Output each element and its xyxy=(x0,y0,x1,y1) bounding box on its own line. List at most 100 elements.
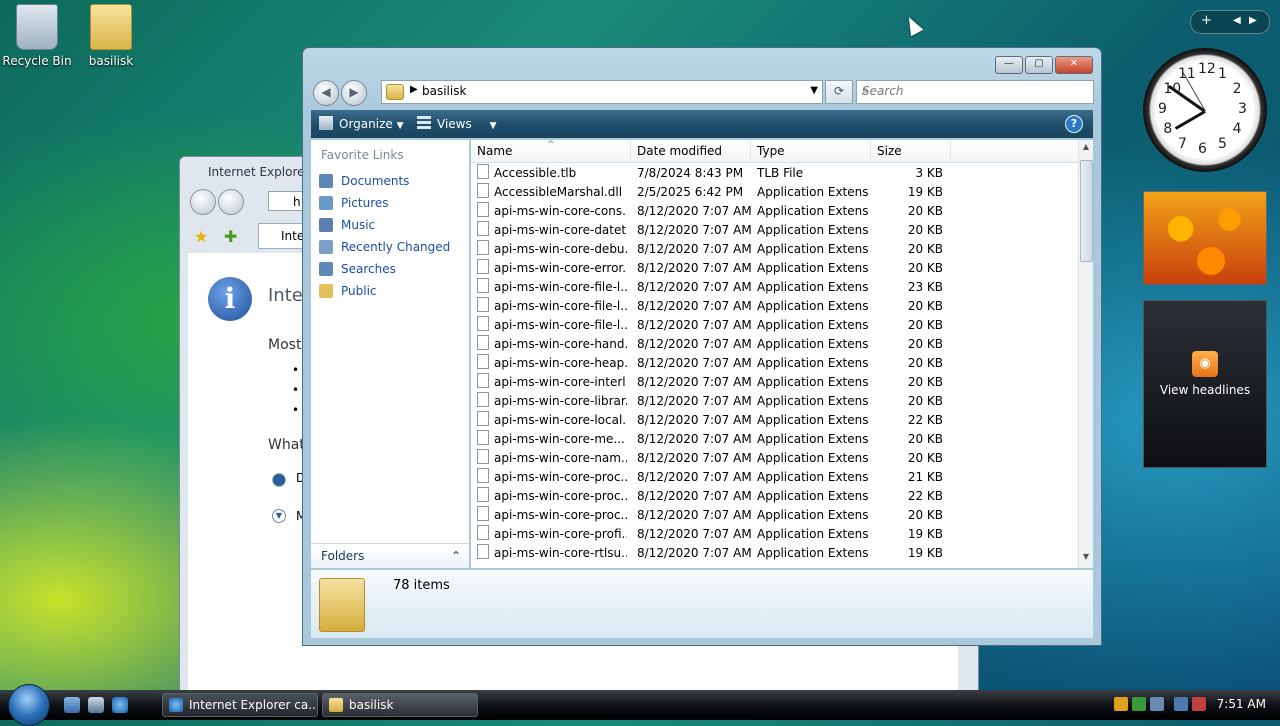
clock-minute-hand xyxy=(1168,85,1206,113)
table-row[interactable]: api-ms-win-core-librar... 8/12/2020 7:07 … xyxy=(471,392,1079,411)
link-pictures[interactable]: Pictures xyxy=(311,192,469,214)
scroll-down-icon[interactable]: ▼ xyxy=(1079,552,1093,566)
table-row[interactable]: Accessible.tlb 7/8/2024 8:43 PM TLB File 3 … xyxy=(471,164,1079,183)
clock-gadget[interactable]: 121234567891011 xyxy=(1143,48,1267,172)
column-name[interactable]: Name ^ xyxy=(471,140,631,162)
tray-app-icon[interactable] xyxy=(1150,697,1164,711)
clock-time[interactable]: 7:51 AM xyxy=(1217,697,1266,711)
views-icon xyxy=(417,116,431,130)
table-row[interactable]: api-ms-win-core-rtlsu... 8/12/2020 7:07 A… xyxy=(471,544,1079,563)
link-music[interactable]: Music xyxy=(311,214,469,236)
back-button[interactable] xyxy=(190,189,216,215)
vertical-scrollbar[interactable]: ▲ ▼ xyxy=(1078,140,1093,568)
desktop-icon-recycle-bin[interactable]: Recycle Bin xyxy=(2,4,72,68)
clock-hour-hand xyxy=(1174,110,1206,130)
file-name-text: api-ms-win-core-datet... xyxy=(494,223,627,237)
search-icon[interactable]: ⌕ xyxy=(862,83,1088,98)
file-type: Application Extens... xyxy=(757,470,869,484)
maximize-button[interactable]: ▢ xyxy=(1025,56,1053,74)
table-row[interactable]: api-ms-win-core-me... 8/12/2020 7:07 AM Ap… xyxy=(471,430,1079,449)
table-row[interactable]: api-ms-win-core-datet... 8/12/2020 7:07 A… xyxy=(471,221,1079,240)
option-chevron-icon[interactable]: ▼ xyxy=(272,509,286,523)
file-type: Application Extens... xyxy=(757,337,869,351)
task-basilisk[interactable]: basilisk xyxy=(322,693,478,717)
pictures-icon xyxy=(319,196,333,210)
table-row[interactable]: AccessibleMarshal.dll 2/5/2025 6:42 PM App… xyxy=(471,183,1079,202)
forward-button[interactable] xyxy=(218,189,244,215)
breadcrumb-arrow-icon[interactable]: ▶ xyxy=(410,84,418,95)
file-date: 8/12/2020 7:07 AM xyxy=(637,527,752,541)
bullet: • xyxy=(292,403,300,417)
link-documents[interactable]: Documents xyxy=(311,170,469,192)
table-row[interactable]: api-ms-win-core-file-l... 8/12/2020 7:07 … xyxy=(471,297,1079,316)
table-row[interactable]: api-ms-win-core-file-l... 8/12/2020 7:07 … xyxy=(471,316,1079,335)
favorites-star-icon[interactable]: ★ xyxy=(194,227,208,246)
clock-number: 7 xyxy=(1178,135,1187,152)
forward-button[interactable]: ▶ xyxy=(341,80,367,106)
volume-muted-icon[interactable] xyxy=(1192,697,1206,711)
column-date-modified[interactable]: Date modified xyxy=(631,140,751,162)
add-favorites-icon[interactable]: ✚ xyxy=(224,227,237,246)
link-recently-changed[interactable]: Recently Changed xyxy=(311,236,469,258)
back-button[interactable]: ◀ xyxy=(313,80,339,106)
task-internet-explorer[interactable]: Internet Explorer ca... xyxy=(162,693,318,717)
file-name-text: AccessibleMarshal.dll xyxy=(494,185,623,199)
table-row[interactable]: api-ms-win-core-proc... 8/12/2020 7:07 AM… xyxy=(471,468,1079,487)
explorer-window[interactable]: — ▢ ✕ ◀ ▶ ▶ basilisk ▼ ⟳ Search ⌕ Organi… xyxy=(302,47,1102,646)
file-date: 8/12/2020 7:07 AM xyxy=(637,299,752,313)
file-date: 8/12/2020 7:07 AM xyxy=(637,470,752,484)
network-icon[interactable] xyxy=(1174,697,1188,711)
column-type[interactable]: Type xyxy=(751,140,871,162)
file-icon xyxy=(477,544,489,559)
file-name-text: api-ms-win-core-file-l... xyxy=(494,318,627,332)
file-list: Name ^ Date modified Type Size Accessible… xyxy=(471,140,1093,568)
link-public[interactable]: Public xyxy=(311,280,469,302)
column-label: Size xyxy=(877,144,902,158)
file-name: api-ms-win-core-nam... xyxy=(477,449,627,468)
folders-toggle[interactable]: Folders ⌃ xyxy=(311,543,469,568)
table-row[interactable]: api-ms-win-core-proc... 8/12/2020 7:07 AM… xyxy=(471,506,1079,525)
file-icon xyxy=(477,506,489,521)
switch-windows-icon[interactable] xyxy=(88,697,104,713)
help-button[interactable]: ? xyxy=(1065,115,1083,133)
table-row[interactable]: api-ms-win-core-interl... 8/12/2020 7:07 … xyxy=(471,373,1079,392)
chevron-down-icon: ▼ xyxy=(396,121,404,131)
file-size: 21 KB xyxy=(907,470,943,484)
table-row[interactable]: api-ms-win-core-error... 8/12/2020 7:07 A… xyxy=(471,259,1079,278)
previous-icon[interactable]: ◀ xyxy=(1233,15,1241,26)
table-row[interactable]: api-ms-win-core-cons... 8/12/2020 7:07 AM… xyxy=(471,202,1079,221)
column-size[interactable]: Size xyxy=(871,140,951,162)
internet-explorer-icon[interactable] xyxy=(112,697,128,713)
next-icon[interactable]: ▶ xyxy=(1249,15,1257,26)
link-searches[interactable]: Searches xyxy=(311,258,469,280)
views-button[interactable]: Views ▼ xyxy=(417,116,496,131)
table-row[interactable]: api-ms-win-core-hand... 8/12/2020 7:07 AM… xyxy=(471,335,1079,354)
table-row[interactable]: api-ms-win-core-profi... 8/12/2020 7:07 A… xyxy=(471,525,1079,544)
option-radio-icon[interactable] xyxy=(272,473,286,487)
slideshow-gadget[interactable] xyxy=(1143,191,1267,285)
file-name: api-ms-win-core-rtlsu... xyxy=(477,544,627,563)
bullet: • xyxy=(292,383,300,397)
search-input[interactable]: Search ⌕ xyxy=(856,80,1094,104)
table-row[interactable]: api-ms-win-core-heap... 8/12/2020 7:07 AM… xyxy=(471,354,1079,373)
table-row[interactable]: api-ms-win-core-file-l... 8/12/2020 7:07 … xyxy=(471,278,1079,297)
table-row[interactable]: api-ms-win-core-debu... 8/12/2020 7:07 AM… xyxy=(471,240,1079,259)
table-row[interactable]: api-ms-win-core-proc... 8/12/2020 7:07 AM… xyxy=(471,487,1079,506)
organize-button[interactable]: Organize ▼ xyxy=(319,116,404,131)
add-gadget-icon[interactable]: + xyxy=(1201,13,1212,28)
security-shield-icon[interactable] xyxy=(1114,697,1128,711)
minimize-button[interactable]: — xyxy=(995,56,1023,74)
file-name-text: api-ms-win-core-debu... xyxy=(494,242,627,256)
chevron-down-icon[interactable]: ▼ xyxy=(810,85,818,96)
scroll-up-icon[interactable]: ▲ xyxy=(1079,142,1093,156)
address-bar[interactable]: ▶ basilisk ▼ xyxy=(381,80,823,104)
scroll-thumb[interactable] xyxy=(1080,160,1093,262)
show-desktop-icon[interactable] xyxy=(64,697,80,713)
table-row[interactable]: api-ms-win-core-nam... 8/12/2020 7:07 AM A… xyxy=(471,449,1079,468)
refresh-button[interactable]: ⟳ xyxy=(825,80,853,104)
close-button[interactable]: ✕ xyxy=(1055,56,1093,74)
network-status-icon[interactable] xyxy=(1132,697,1146,711)
table-row[interactable]: api-ms-win-core-local... 8/12/2020 7:07 A… xyxy=(471,411,1079,430)
desktop-icon-basilisk[interactable]: basilisk xyxy=(76,4,146,68)
feed-headlines-gadget[interactable]: ◉ View headlines xyxy=(1143,300,1267,468)
